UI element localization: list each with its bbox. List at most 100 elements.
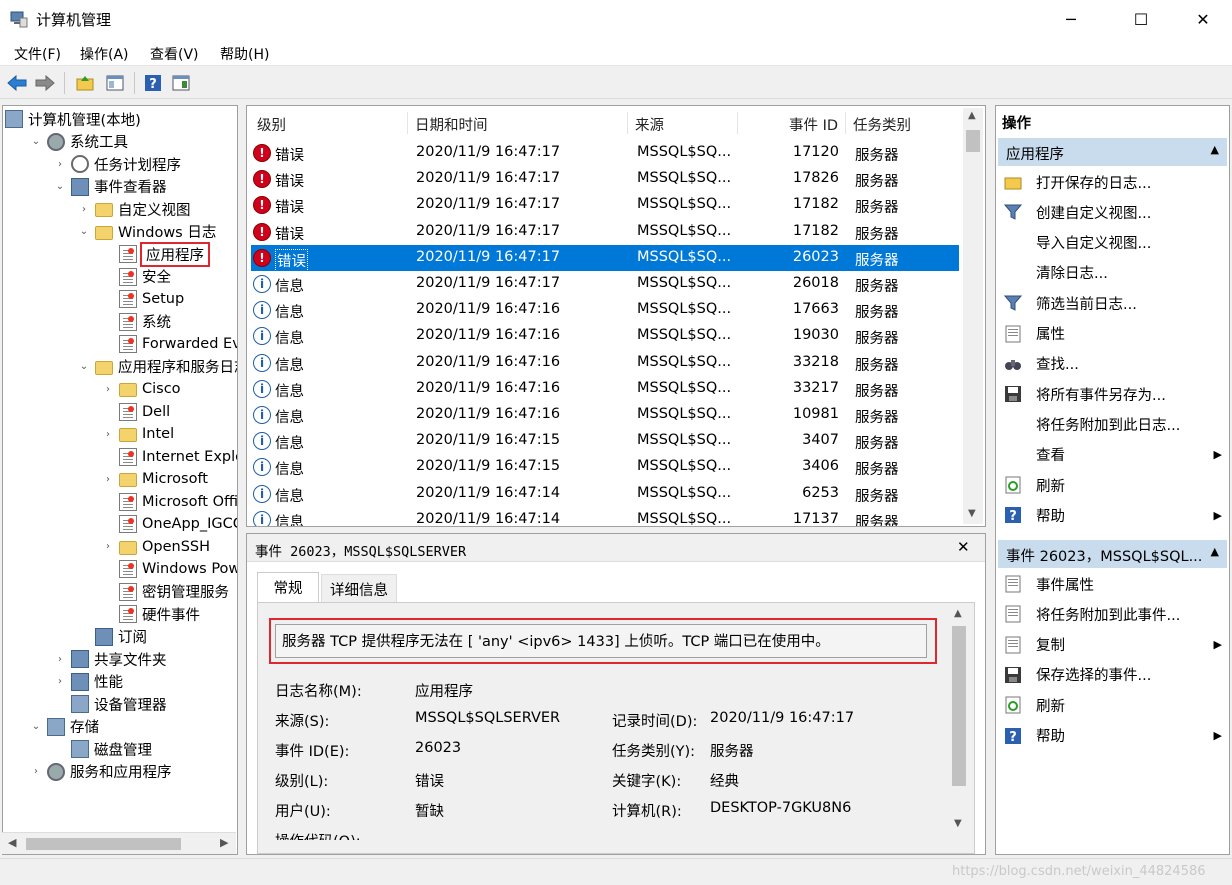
detail-close-button[interactable]: ✕ bbox=[957, 538, 970, 556]
scrollbar-thumb[interactable] bbox=[26, 838, 181, 850]
collapse-chevron-icon[interactable]: › bbox=[29, 766, 43, 777]
table-row[interactable]: i 信息 2020/11/9 16:47:15 MSSQL$SQ... 3406 服务器 bbox=[251, 454, 959, 480]
collapse-icon[interactable]: ▲ bbox=[1211, 143, 1219, 156]
action-item[interactable]: 导入自定义视图... bbox=[1004, 230, 1224, 256]
minimize-button[interactable]: ─ bbox=[1048, 0, 1094, 38]
tree-item[interactable]: ⌄ 应用程序和服务日志 bbox=[77, 356, 237, 378]
expand-chevron-icon[interactable]: ⌄ bbox=[77, 361, 91, 372]
tree-item[interactable]: › 自定义视图 bbox=[77, 198, 191, 220]
tree-item[interactable]: › 共享文件夹 bbox=[53, 648, 167, 670]
tree-item[interactable]: 应用程序 bbox=[101, 241, 210, 267]
tree-item[interactable]: › OpenSSH bbox=[101, 536, 210, 558]
collapse-chevron-icon[interactable]: › bbox=[101, 384, 115, 395]
show-hide-tree-icon[interactable] bbox=[104, 72, 126, 94]
action-item[interactable]: 清除日志... bbox=[1004, 260, 1224, 286]
table-row[interactable]: i 信息 2020/11/9 16:47:16 MSSQL$SQ... 19030 服务器 bbox=[251, 323, 959, 349]
detail-vertical-scrollbar[interactable]: ▲ ▼ bbox=[949, 604, 969, 836]
tree-item[interactable]: Forwarded Even bbox=[101, 333, 237, 355]
forward-arrow-icon[interactable] bbox=[34, 72, 56, 94]
collapse-chevron-icon[interactable]: › bbox=[101, 474, 115, 485]
tree-item[interactable]: › Intel bbox=[101, 423, 174, 445]
scrollbar-thumb[interactable] bbox=[952, 626, 966, 786]
tab-general[interactable]: 常规 bbox=[257, 572, 319, 602]
column-level[interactable]: 级别 bbox=[257, 114, 286, 135]
collapse-chevron-icon[interactable]: › bbox=[101, 429, 115, 440]
action-item[interactable]: 刷新 bbox=[1004, 692, 1224, 718]
column-datetime[interactable]: 日期和时间 bbox=[415, 114, 488, 135]
action-item[interactable]: ? 帮助 ▶ bbox=[1004, 502, 1224, 528]
actions-section-application[interactable]: 应用程序 ▲ bbox=[998, 138, 1227, 166]
table-row[interactable]: i 信息 2020/11/9 16:47:17 MSSQL$SQ... 26018 服务器 bbox=[251, 271, 959, 297]
tree-item[interactable]: ⌄ Windows 日志 bbox=[77, 221, 217, 243]
action-item[interactable]: 查找... bbox=[1004, 351, 1224, 377]
action-item[interactable]: 创建自定义视图... bbox=[1003, 199, 1224, 225]
tree-item[interactable]: 磁盘管理 bbox=[53, 738, 152, 760]
scroll-up-icon[interactable]: ▲ bbox=[968, 110, 976, 121]
maximize-button[interactable]: ☐ bbox=[1118, 0, 1164, 38]
table-row[interactable]: i 信息 2020/11/9 16:47:16 MSSQL$SQ... 17663 服务器 bbox=[251, 297, 959, 323]
action-item[interactable]: 查看 ▶ bbox=[1004, 442, 1224, 468]
action-item[interactable]: 将任务附加到此事件... bbox=[1004, 601, 1224, 627]
action-item[interactable]: 事件属性 bbox=[1004, 571, 1224, 597]
actions-section-event[interactable]: 事件 26023，MSSQL$SQL... ▲ bbox=[998, 540, 1227, 568]
tree-item[interactable]: › 任务计划程序 bbox=[53, 153, 181, 175]
tree-horizontal-scrollbar[interactable]: ◀ ▶ bbox=[2, 832, 236, 854]
collapse-chevron-icon[interactable]: › bbox=[77, 204, 91, 215]
tree-item[interactable]: 安全 bbox=[101, 266, 171, 288]
collapse-chevron-icon[interactable]: › bbox=[53, 654, 67, 665]
tree-item[interactable]: 订阅 bbox=[77, 626, 147, 648]
tree-item[interactable]: 系统 bbox=[101, 311, 171, 333]
tree-item[interactable]: ⌄ 存储 bbox=[29, 716, 99, 738]
action-item[interactable]: 将所有事件另存为... bbox=[1004, 381, 1224, 407]
tree-item[interactable]: 设备管理器 bbox=[53, 693, 167, 715]
collapse-chevron-icon[interactable]: › bbox=[53, 676, 67, 687]
help-icon[interactable]: ? bbox=[142, 72, 164, 94]
column-event-id[interactable]: 事件 ID bbox=[789, 114, 838, 135]
table-row[interactable]: ! 错误 2020/11/9 16:47:17 MSSQL$SQ... 17120 服务器 bbox=[251, 140, 959, 166]
back-arrow-icon[interactable] bbox=[6, 72, 28, 94]
table-row[interactable]: i 信息 2020/11/9 16:47:16 MSSQL$SQ... 10981 服务器 bbox=[251, 402, 959, 428]
table-row[interactable]: ! 错误 2020/11/9 16:47:17 MSSQL$SQ... 17826 服务器 bbox=[251, 166, 959, 192]
tree-item[interactable]: Internet Explore bbox=[101, 446, 237, 468]
menu-action[interactable]: 操作(A) bbox=[80, 44, 129, 64]
tree-item[interactable]: Dell bbox=[101, 401, 170, 423]
column-divider[interactable] bbox=[737, 112, 738, 134]
tree-item[interactable]: Microsoft Office bbox=[101, 491, 237, 513]
action-item[interactable]: ? 帮助 ▶ bbox=[1004, 723, 1224, 749]
table-row[interactable]: ! 错误 2020/11/9 16:47:17 MSSQL$SQ... 26023 服务器 bbox=[251, 244, 959, 272]
scroll-left-icon[interactable]: ◀ bbox=[8, 836, 16, 849]
show-hide-action-pane-icon[interactable] bbox=[170, 72, 192, 94]
scroll-right-icon[interactable]: ▶ bbox=[220, 836, 228, 849]
tree-item[interactable]: › Microsoft bbox=[101, 468, 208, 490]
table-row[interactable]: ! 错误 2020/11/9 16:47:17 MSSQL$SQ... 17182 服务器 bbox=[251, 192, 959, 218]
table-row[interactable]: i 信息 2020/11/9 16:47:14 MSSQL$SQ... 6253 服务器 bbox=[251, 481, 959, 507]
tree-item[interactable]: › 性能 bbox=[53, 671, 123, 693]
menu-file[interactable]: 文件(F) bbox=[14, 44, 61, 64]
scroll-up-icon[interactable]: ▲ bbox=[954, 608, 962, 619]
table-row[interactable]: i 信息 2020/11/9 16:47:16 MSSQL$SQ... 33217 服务器 bbox=[251, 376, 959, 402]
scrollbar-thumb[interactable] bbox=[966, 130, 980, 152]
tree-item[interactable]: 硬件事件 bbox=[101, 603, 200, 625]
expand-chevron-icon[interactable]: ⌄ bbox=[29, 136, 43, 147]
column-category[interactable]: 任务类别 bbox=[853, 114, 911, 135]
tree-item[interactable]: ⌄ 系统工具 bbox=[29, 131, 128, 153]
action-item[interactable]: 刷新 bbox=[1004, 472, 1224, 498]
scroll-down-icon[interactable]: ▼ bbox=[968, 508, 976, 519]
column-divider[interactable] bbox=[627, 112, 628, 134]
tree-item[interactable]: ⌄ 事件查看器 bbox=[53, 176, 167, 198]
up-folder-icon[interactable] bbox=[74, 72, 96, 94]
column-divider[interactable] bbox=[845, 112, 846, 134]
action-item[interactable]: 复制 ▶ bbox=[1004, 632, 1224, 658]
close-button[interactable]: ✕ bbox=[1180, 0, 1226, 38]
expand-chevron-icon[interactable]: ⌄ bbox=[53, 181, 67, 192]
tree-item[interactable]: OneApp_IGCC bbox=[101, 513, 237, 535]
menu-view[interactable]: 查看(V) bbox=[150, 44, 199, 64]
table-row[interactable]: i 信息 2020/11/9 16:47:16 MSSQL$SQ... 33218 服务器 bbox=[251, 350, 959, 376]
list-vertical-scrollbar[interactable]: ▲ ▼ bbox=[963, 108, 983, 524]
tree-item[interactable]: Windows Power bbox=[101, 558, 237, 580]
action-item[interactable]: 保存选择的事件... bbox=[1004, 662, 1224, 688]
column-source[interactable]: 来源 bbox=[635, 114, 664, 135]
menu-help[interactable]: 帮助(H) bbox=[220, 44, 269, 64]
tree-item[interactable]: › Cisco bbox=[101, 378, 181, 400]
collapse-icon[interactable]: ▲ bbox=[1211, 545, 1219, 558]
